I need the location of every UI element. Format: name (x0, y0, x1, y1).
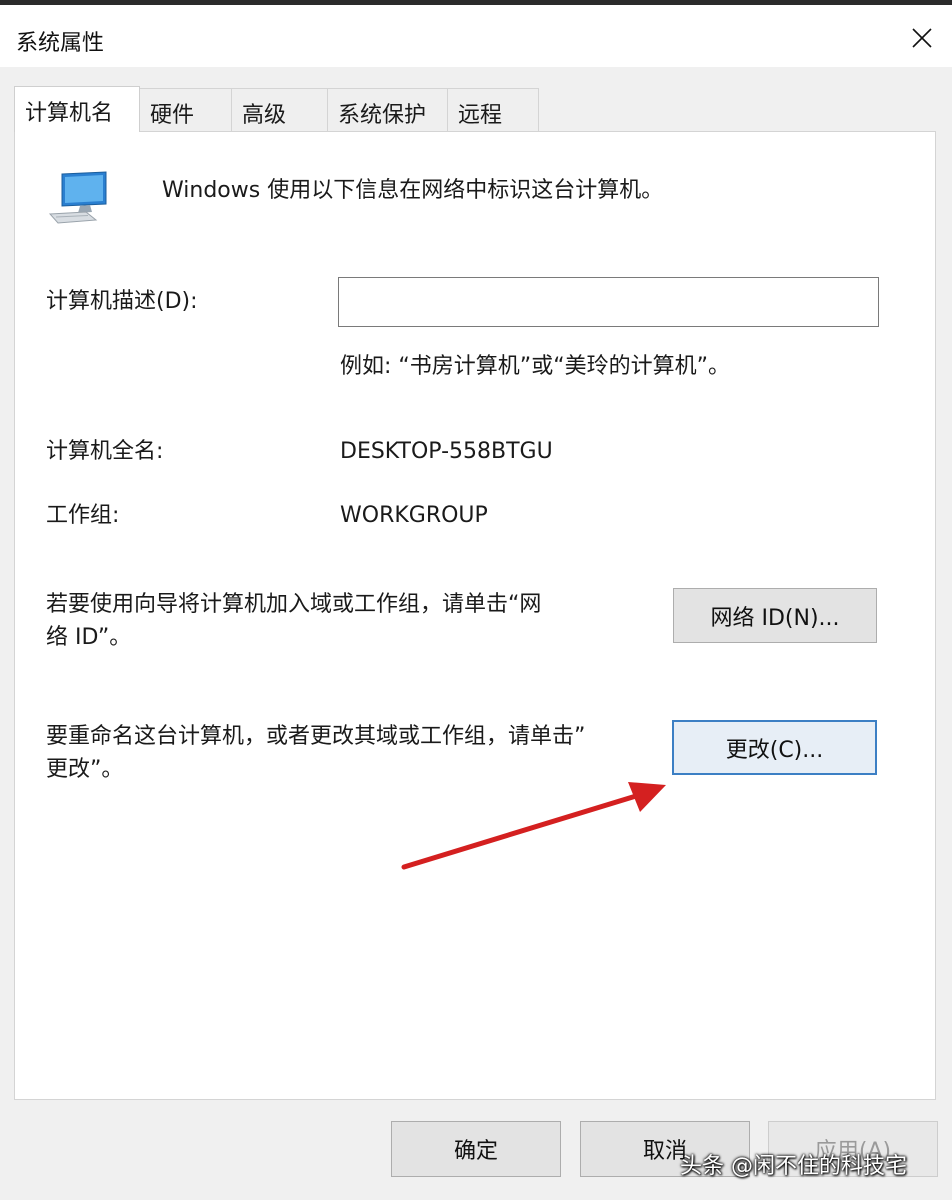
change-button[interactable]: 更改(C)... (672, 720, 877, 775)
full-name-value: DESKTOP-558BTGU (340, 439, 553, 464)
close-button[interactable] (896, 17, 948, 59)
ok-button[interactable]: 确定 (391, 1121, 561, 1177)
tab-hardware[interactable]: 硬件 (139, 88, 232, 132)
monitor-icon (48, 171, 107, 224)
network-id-text-line2: 络 ID”。 (46, 625, 132, 650)
network-id-button[interactable]: 网络 ID(N)... (673, 588, 877, 643)
tab-advanced[interactable]: 高级 (231, 88, 328, 132)
rename-text-line1: 要重命名这台计算机，或者更改其域或工作组，请单击” (46, 724, 586, 749)
tab-remote[interactable]: 远程 (447, 88, 539, 132)
description-label: 计算机描述(D): (46, 289, 198, 314)
intro-text: Windows 使用以下信息在网络中标识这台计算机。 (162, 178, 664, 203)
tab-strip: 计算机名 硬件 高级 系统保护 远程 (14, 86, 539, 132)
full-name-label: 计算机全名: (46, 439, 164, 464)
window-title: 系统属性 (16, 31, 105, 56)
watermark: 头条 @闲不住的科技宅 (680, 1154, 907, 1179)
computer-description-input[interactable] (338, 277, 879, 327)
rename-text-line2: 更改”。 (46, 757, 124, 782)
close-icon (912, 28, 932, 48)
tab-computer-name[interactable]: 计算机名 (14, 86, 140, 132)
network-id-text-line1: 若要使用向导将计算机加入域或工作组，请单击“网 (46, 592, 542, 617)
description-example: 例如: “书房计算机”或“美玲的计算机”。 (340, 354, 730, 379)
workgroup-value: WORKGROUP (340, 503, 488, 528)
tab-system-protection[interactable]: 系统保护 (327, 88, 448, 132)
title-bar: 系统属性 (0, 5, 952, 67)
workgroup-label: 工作组: (46, 503, 120, 528)
